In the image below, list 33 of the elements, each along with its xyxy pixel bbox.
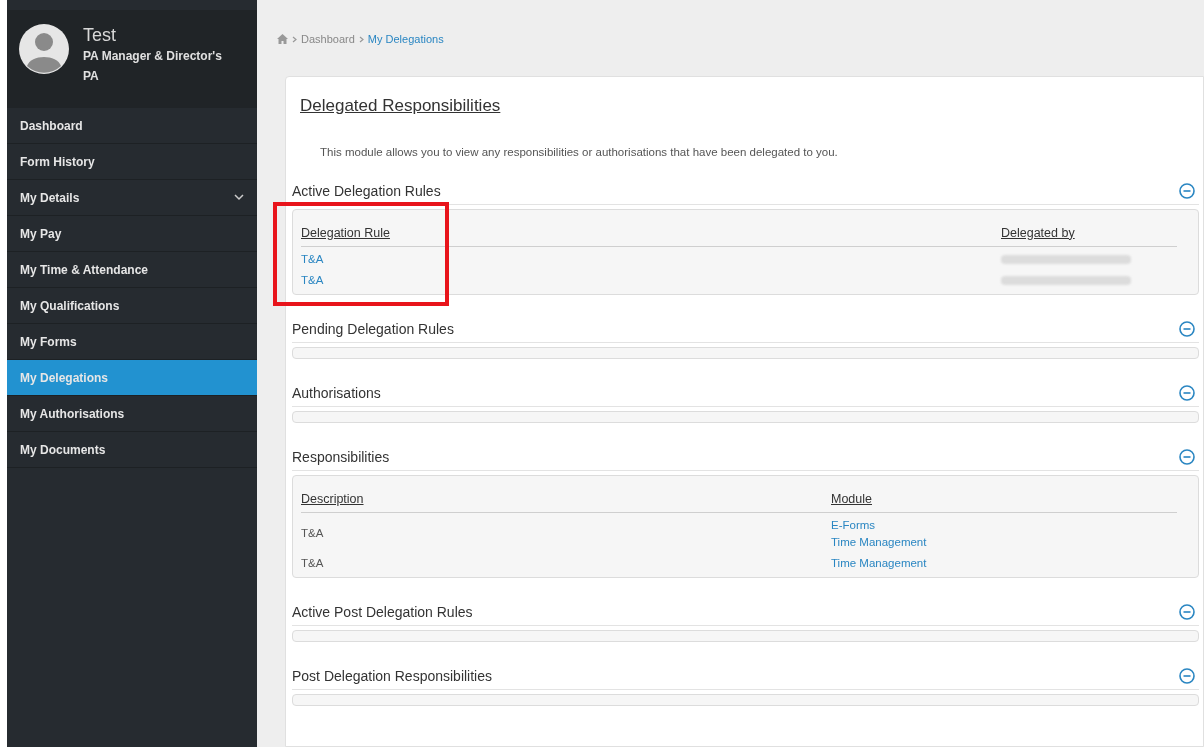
chevron-down-icon bbox=[234, 194, 244, 201]
breadcrumb-link[interactable]: My Delegations bbox=[367, 30, 444, 48]
chevron-right-icon bbox=[292, 35, 297, 43]
column-header: Delegated by bbox=[1001, 225, 1075, 240]
collapse-icon[interactable] bbox=[1179, 668, 1195, 684]
section-title: Active Post Delegation Rules bbox=[292, 602, 473, 622]
section-title: Pending Delegation Rules bbox=[292, 319, 454, 339]
table-link[interactable]: T&A bbox=[301, 250, 324, 268]
chevron-right-icon bbox=[358, 35, 364, 43]
section-title: Authorisations bbox=[292, 383, 381, 403]
section-title: Post Delegation Responsibilities bbox=[292, 666, 492, 686]
column-header: Delegation Rule bbox=[301, 225, 390, 240]
table-link[interactable]: Time Management bbox=[831, 554, 927, 572]
table-link[interactable]: E-Forms bbox=[831, 516, 876, 534]
collapse-icon[interactable] bbox=[1179, 604, 1195, 620]
table-link[interactable]: T&A bbox=[301, 271, 324, 289]
page-description: This module allows you to view any responsibilities or authorisations that have been delegated to you. bbox=[320, 145, 838, 158]
collapse-icon[interactable] bbox=[1179, 183, 1195, 199]
section-title: Active Delegation Rules bbox=[292, 181, 441, 201]
table-link[interactable]: Time Management bbox=[831, 533, 927, 551]
user-role: PA Manager & Director's PA bbox=[83, 48, 223, 85]
user-name: Test bbox=[83, 24, 117, 46]
avatar-icon bbox=[19, 24, 69, 74]
column-header: Module bbox=[831, 491, 872, 506]
page-title: Delegated Responsibilities bbox=[300, 96, 501, 115]
home-icon[interactable] bbox=[277, 34, 288, 44]
table-cell-text: T&A bbox=[301, 555, 324, 571]
table-cell-text: T&A bbox=[301, 526, 324, 541]
collapse-icon[interactable] bbox=[1179, 385, 1195, 401]
collapse-icon[interactable] bbox=[1179, 449, 1195, 465]
column-header: Description bbox=[301, 491, 364, 506]
section-title: Responsibilities bbox=[292, 447, 390, 467]
collapse-icon[interactable] bbox=[1179, 321, 1195, 337]
